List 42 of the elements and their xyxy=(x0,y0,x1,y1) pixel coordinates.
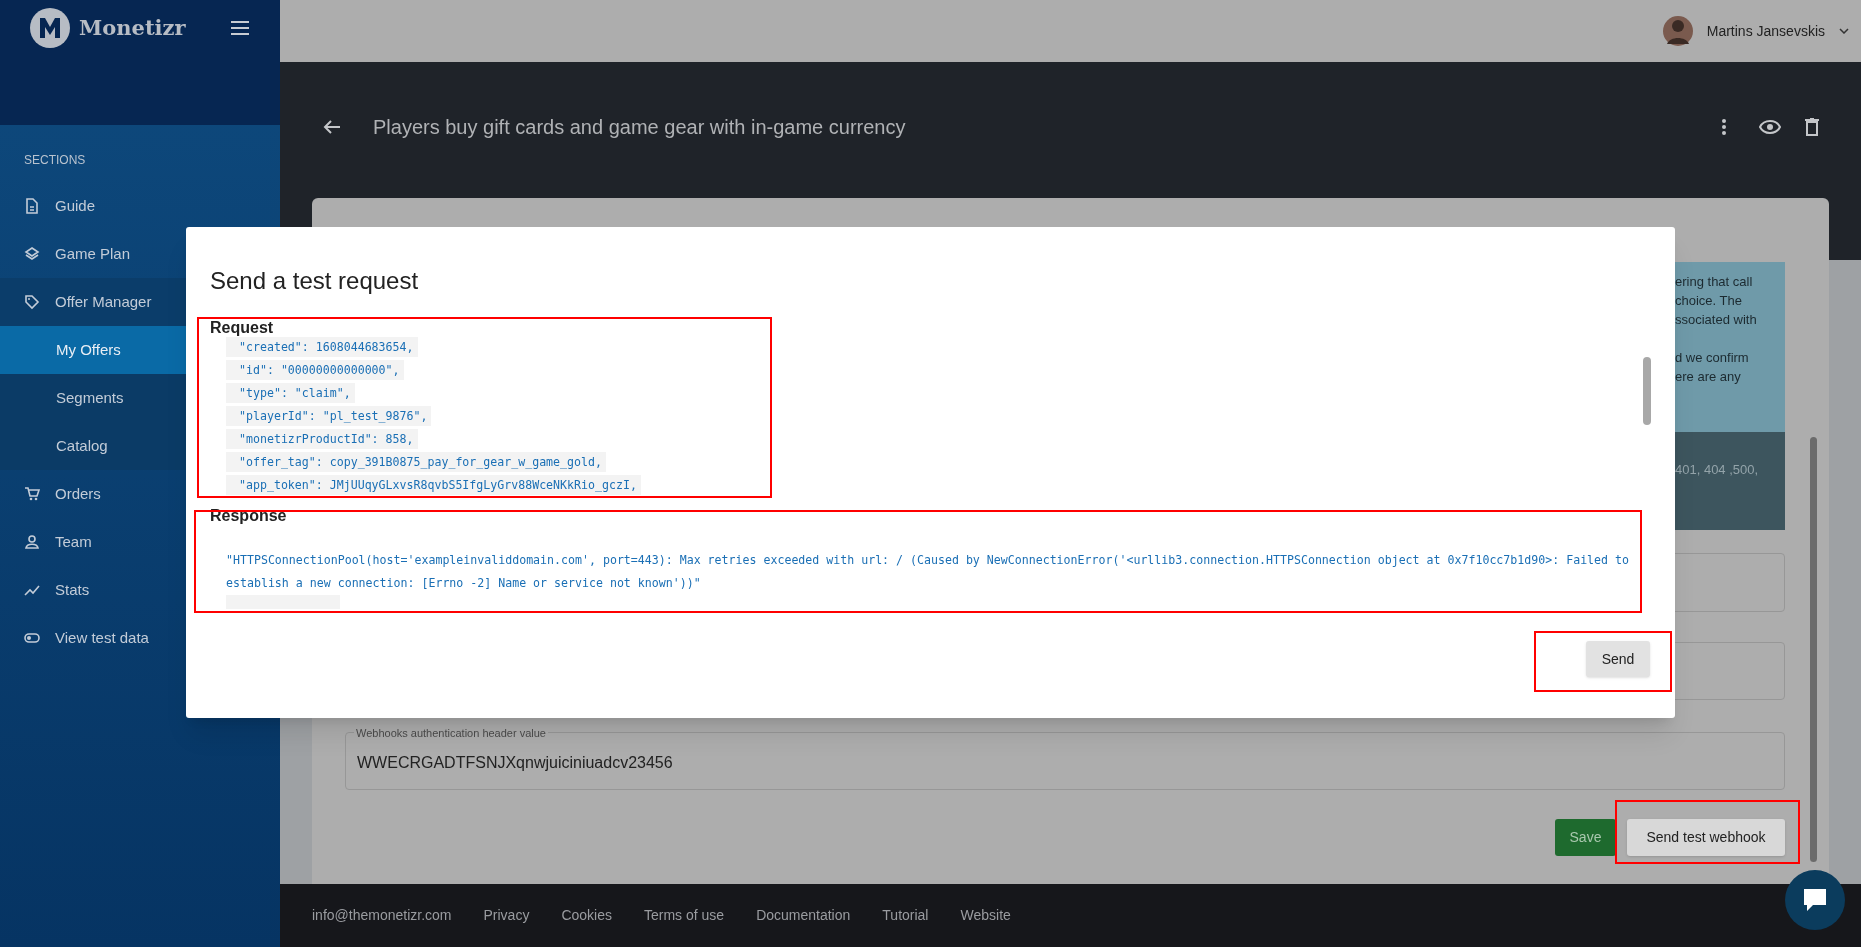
section-heading: Response xyxy=(210,507,288,525)
footer-link[interactable]: Website xyxy=(960,905,1011,926)
footer-link[interactable]: Documentation xyxy=(756,905,851,926)
eye-icon[interactable] xyxy=(1759,119,1781,135)
footer-link[interactable]: Terms of use xyxy=(644,905,725,926)
sidebar-item[interactable]: Guide xyxy=(0,182,280,230)
footer-link[interactable]: Privacy xyxy=(483,905,530,926)
page-title: Players buy gift cards and game gear with in-game currency xyxy=(373,115,907,140)
avatar[interactable] xyxy=(1662,14,1693,48)
footer-link[interactable]: Cookies xyxy=(561,905,612,926)
document-icon xyxy=(24,198,40,214)
back-arrow-icon[interactable] xyxy=(323,119,341,135)
footer-link[interactable]: Tutorial xyxy=(882,905,929,926)
more-vertical-icon[interactable] xyxy=(1721,118,1727,136)
person-icon xyxy=(24,534,40,550)
tag-icon xyxy=(24,294,40,310)
chevron-down-icon[interactable] xyxy=(1839,28,1849,34)
trash-icon[interactable] xyxy=(1805,118,1819,136)
info-text: ssociated with xyxy=(1675,311,1758,329)
section-title: SECTIONS xyxy=(23,152,87,169)
field-value: WWECRGADTFSNJXqnwjuiciniuadcv23456 xyxy=(357,753,673,773)
save-button[interactable]: Save xyxy=(1555,819,1616,856)
toggle-icon xyxy=(24,630,40,646)
info-text: choice. The xyxy=(1675,292,1743,310)
menu-icon[interactable] xyxy=(230,20,250,36)
scrollbar[interactable] xyxy=(1643,357,1651,425)
logo-icon xyxy=(30,8,70,48)
info-text: ere are any xyxy=(1675,368,1742,386)
chat-icon xyxy=(1801,887,1829,913)
sidebar-item[interactable]: View test data xyxy=(0,614,280,662)
layers-icon xyxy=(24,246,40,262)
user-name[interactable]: Martins Jansevskis xyxy=(1706,20,1825,42)
send-webhook-button[interactable]: Send test webhook xyxy=(1627,819,1785,856)
info-text: ering that call xyxy=(1675,273,1754,291)
info-text: d we confirm xyxy=(1675,349,1750,367)
footer-link[interactable]: info@themonetizr.com xyxy=(312,905,452,926)
info-text: 401, 404 ,500, xyxy=(1675,461,1760,479)
logo-text: Monetizr xyxy=(79,14,186,43)
cart-icon xyxy=(24,486,40,502)
response-text: "HTTPSConnectionPool(host='exampleinvaliddomain.com', port=443): Max retries exceeded with url: / (Caused by NewConnectionError('<urllib3.connection.HTTPSConnection object at 0x7f10cc7b1d90>: Failed to establish a new connection: [Errno -2] Name or service not known'))" xyxy=(226,552,1630,592)
scrollbar[interactable] xyxy=(1809,437,1817,862)
send-button[interactable]: Send xyxy=(1586,641,1650,677)
